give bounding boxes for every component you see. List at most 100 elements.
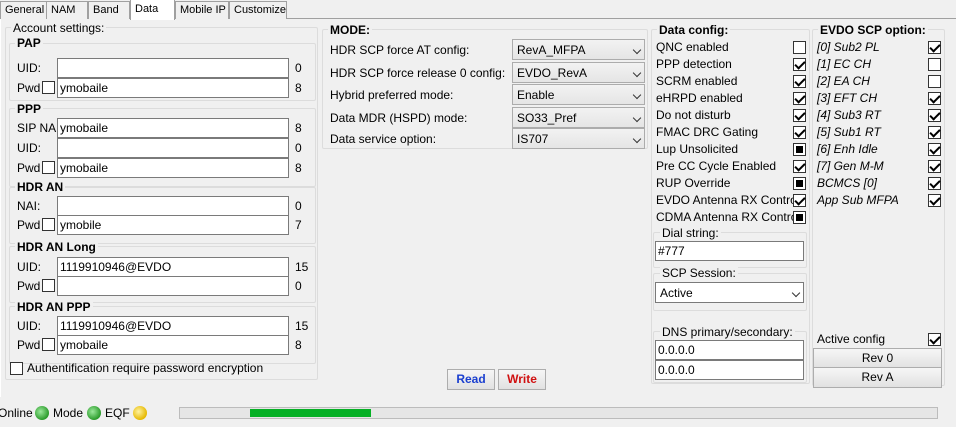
ppp-sipnai-input[interactable]: ymobaile	[57, 118, 289, 138]
data-tab-pane: Account settings: PAP UID: 0 Pwd ymobail…	[0, 19, 956, 397]
chevron-down-icon	[632, 45, 642, 55]
data-config-item-label: RUP Override	[656, 176, 731, 190]
evdo-option-checkbox[interactable]	[928, 92, 941, 105]
evdo-option-checkbox[interactable]	[928, 177, 941, 190]
scp-session-select[interactable]: Active	[655, 282, 804, 303]
active-config-checkbox[interactable]	[928, 333, 941, 346]
hdr-an-long-uid-count: 15	[295, 260, 309, 274]
data-config-item-checkbox[interactable]	[793, 143, 806, 156]
reva-button[interactable]: Rev A	[813, 367, 942, 388]
tab-bar: General NAM Band Data Mobile IP Customiz…	[0, 0, 956, 20]
data-config-item-checkbox[interactable]	[793, 177, 806, 190]
chevron-down-icon	[632, 68, 642, 78]
account-settings-legend: Account settings:	[11, 21, 107, 35]
evdo-option-checkbox[interactable]	[928, 58, 941, 71]
ppp-sipnai-label: SIP NAI	[17, 121, 60, 135]
data-service-option-select[interactable]: IS707	[512, 128, 645, 149]
hdr-an-ppp-pwd-show-checkbox[interactable]	[42, 338, 55, 351]
evdo-option-label: App Sub MFPA	[817, 193, 899, 207]
data-config-item-label: EVDO Antenna RX Control	[656, 193, 800, 207]
mode-legend: MODE:	[328, 23, 372, 37]
pap-pwd-count: 8	[295, 81, 302, 95]
hdr-an-ppp-uid-input[interactable]: 1119910946@EVDO	[57, 316, 289, 336]
data-config-item-checkbox[interactable]	[793, 126, 806, 139]
data-config-item-checkbox[interactable]	[793, 160, 806, 173]
tab-nam[interactable]: NAM	[46, 1, 88, 19]
hdr-an-long-uid-label: UID:	[17, 260, 41, 274]
data-config-item-label: Lup Unsolicited	[656, 142, 739, 156]
data-config-item-checkbox[interactable]	[793, 92, 806, 105]
pap-pwd-input[interactable]: ymobaile	[57, 78, 289, 98]
active-config-label: Active config	[817, 332, 886, 346]
dns-primary-input[interactable]: 0.0.0.0	[655, 340, 804, 360]
evdo-option-label: [5] Sub1 RT	[817, 125, 881, 139]
pap-uid-input[interactable]	[57, 58, 289, 78]
hdr-an-pwd-input[interactable]: ymobile	[57, 215, 289, 235]
tab-customize[interactable]: Customize	[229, 1, 287, 19]
data-config-item-checkbox[interactable]	[793, 58, 806, 71]
ppp-uid-label: UID:	[17, 141, 41, 155]
hdr-an-ppp-uid-count: 15	[295, 319, 309, 333]
evdo-option-checkbox[interactable]	[928, 109, 941, 122]
evdo-option-label: BCMCS [0]	[817, 176, 878, 190]
data-config-item-checkbox[interactable]	[793, 41, 806, 54]
tab-general[interactable]: General	[0, 1, 47, 19]
evdo-option-checkbox[interactable]	[928, 143, 941, 156]
tab-data[interactable]: Data	[130, 0, 175, 20]
hdr-an-title: HDR AN	[15, 180, 66, 194]
tab-band[interactable]: Band	[88, 1, 130, 19]
auth-encrypt-checkbox[interactable]	[10, 362, 23, 375]
dns-secondary-input[interactable]: 0.0.0.0	[655, 360, 804, 380]
data-mdr-mode-select[interactable]: SO33_Pref	[512, 107, 645, 128]
mode-label-4: Data service option:	[330, 132, 437, 146]
data-config-item-label: Do not disturb	[656, 108, 731, 122]
chevron-down-icon	[632, 90, 642, 100]
ppp-pwd-count: 8	[295, 161, 302, 175]
hdr-an-ppp-pwd-input[interactable]: ymobaile	[57, 335, 289, 355]
dns-legend: DNS primary/secondary:	[660, 325, 795, 339]
data-config-item-checkbox[interactable]	[793, 194, 806, 207]
online-status-icon	[35, 406, 49, 420]
rev0-button[interactable]: Rev 0	[813, 348, 942, 369]
hdr-an-long-pwd-show-checkbox[interactable]	[42, 279, 55, 292]
data-config-item-checkbox[interactable]	[793, 211, 806, 224]
data-config-item-checkbox[interactable]	[793, 75, 806, 88]
hdr-scp-force-at-select[interactable]: RevA_MFPA	[512, 39, 645, 60]
mode-status-icon	[87, 406, 101, 420]
hdr-an-long-pwd-count: 0	[295, 279, 302, 293]
hdr-an-long-uid-input[interactable]: 1119910946@EVDO	[57, 257, 289, 277]
hybrid-preferred-mode-select[interactable]: Enable	[512, 84, 645, 105]
hdr-an-ppp-pwd-label: Pwd	[17, 338, 41, 352]
evdo-option-label: [1] EC CH	[817, 57, 872, 71]
hdr-an-pwd-label: Pwd	[17, 218, 41, 232]
hdr-an-ppp-pwd-count: 8	[295, 338, 302, 352]
hdr-scp-force-release0-select[interactable]: EVDO_RevA	[512, 62, 645, 83]
evdo-option-checkbox[interactable]	[928, 126, 941, 139]
dial-string-legend: Dial string:	[660, 226, 721, 240]
hdr-an-pwd-count: 7	[295, 218, 302, 232]
read-button[interactable]: Read	[447, 369, 495, 390]
dial-string-input[interactable]: #777	[655, 241, 804, 261]
evdo-option-checkbox[interactable]	[928, 75, 941, 88]
evdo-option-checkbox[interactable]	[928, 41, 941, 54]
data-config-item-checkbox[interactable]	[793, 109, 806, 122]
evdo-option-checkbox[interactable]	[928, 160, 941, 173]
ppp-sipnai-count: 8	[295, 121, 302, 135]
ppp-pwd-input[interactable]: ymobaile	[57, 158, 289, 178]
write-button[interactable]: Write	[498, 369, 546, 390]
ppp-uid-input[interactable]	[57, 138, 289, 158]
evdo-option-checkbox[interactable]	[928, 194, 941, 207]
hdr-an-pwd-show-checkbox[interactable]	[42, 218, 55, 231]
tab-mobile-ip[interactable]: Mobile IP	[175, 1, 229, 19]
pap-pwd-show-checkbox[interactable]	[42, 81, 55, 94]
progress-fill	[250, 409, 372, 417]
ppp-pwd-show-checkbox[interactable]	[42, 161, 55, 174]
mode-status-label: Mode	[53, 406, 84, 420]
hdr-an-long-pwd-label: Pwd	[17, 279, 41, 293]
mode-label-0: HDR SCP force AT config:	[330, 43, 470, 57]
auth-encrypt-label: Authentification require password encryp…	[27, 361, 264, 375]
eqf-label: EQF	[105, 406, 130, 420]
hdr-an-long-pwd-input[interactable]	[57, 276, 289, 296]
hdr-an-ppp-uid-label: UID:	[17, 319, 41, 333]
hdr-an-nai-input[interactable]	[57, 196, 289, 216]
